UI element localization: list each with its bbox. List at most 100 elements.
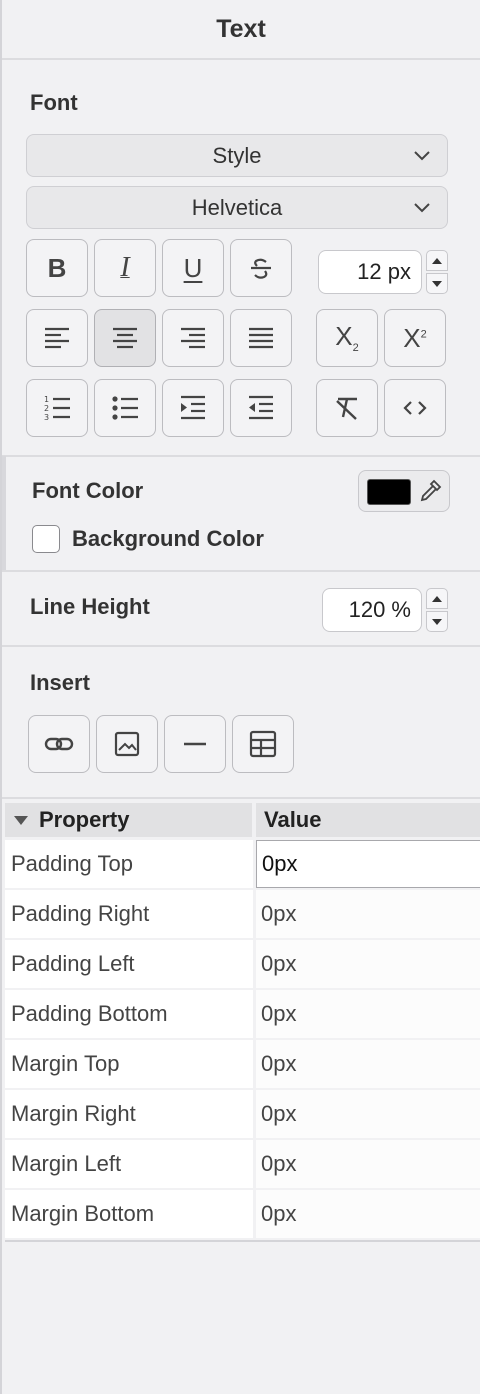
clear-format-icon: [336, 397, 357, 420]
align-center-icon: [113, 327, 137, 349]
property-key: Padding Top: [5, 840, 253, 888]
property-value[interactable]: 0px: [256, 1190, 480, 1238]
align-left-icon: [45, 327, 69, 349]
horizontal-rule-icon: [184, 742, 206, 746]
property-value-input[interactable]: 0px: [256, 840, 480, 888]
line-height-value: 120 %: [348, 597, 411, 622]
decrement-icon[interactable]: [426, 611, 448, 632]
table-icon: [249, 730, 277, 758]
table-row: Margin Bottom 0px: [5, 1190, 480, 1238]
html-code-button[interactable]: [384, 379, 446, 437]
html-code-icon: [403, 401, 427, 415]
outdent-button[interactable]: [230, 379, 292, 437]
italic-icon: I: [120, 252, 130, 283]
bold-button[interactable]: B: [26, 239, 88, 297]
value-column-header: Value: [256, 803, 480, 837]
section-divider: [2, 645, 480, 647]
panel-title: Text: [216, 14, 266, 43]
font-size-input[interactable]: 12 px: [318, 250, 422, 294]
clear-format-button[interactable]: [316, 379, 378, 437]
property-key: Padding Right: [5, 890, 253, 938]
bullet-list-button[interactable]: [94, 379, 156, 437]
property-key: Margin Left: [5, 1140, 253, 1188]
underline-icon: U: [183, 252, 203, 283]
table-row: Padding Right 0px: [5, 890, 480, 938]
align-left-button[interactable]: [26, 309, 88, 367]
subscript-icon: X2: [335, 321, 358, 354]
font-color-swatch[interactable]: [367, 479, 411, 505]
indent-icon: [181, 395, 205, 420]
superscript-small: 2: [420, 327, 427, 340]
style-dropdown[interactable]: Style: [26, 134, 448, 177]
property-value[interactable]: 0px: [256, 1090, 480, 1138]
subscript-button[interactable]: X2: [316, 309, 378, 367]
decrement-icon[interactable]: [426, 273, 448, 294]
increment-icon[interactable]: [426, 250, 448, 271]
panel-left-border: [0, 0, 2, 1394]
underline-button[interactable]: U: [162, 239, 224, 297]
svg-text:1: 1: [44, 395, 49, 404]
table-row: Padding Top 0px: [5, 840, 480, 888]
eyedropper-icon[interactable]: [417, 478, 443, 504]
line-height-input[interactable]: 120 %: [322, 588, 422, 632]
align-center-button[interactable]: [94, 309, 156, 367]
line-height-label: Line Height: [30, 594, 150, 619]
align-right-icon: [181, 327, 205, 349]
insert-section-title: Insert: [30, 670, 90, 695]
font-section-title: Font: [30, 90, 78, 115]
insert-horizontal-rule-button[interactable]: [164, 715, 226, 773]
property-value[interactable]: 0px: [256, 1040, 480, 1088]
property-key: Margin Right: [5, 1090, 253, 1138]
svg-text:2: 2: [44, 404, 49, 413]
property-value[interactable]: 0px: [256, 890, 480, 938]
background-color-label: Background Color: [72, 526, 264, 551]
strikethrough-icon: [251, 258, 271, 279]
property-key: Margin Top: [5, 1040, 253, 1088]
font-color-picker[interactable]: [358, 470, 450, 512]
chevron-down-icon: [414, 203, 430, 213]
superscript-glyph: X: [403, 322, 421, 353]
align-right-button[interactable]: [162, 309, 224, 367]
outdent-icon: [249, 395, 273, 420]
property-column-header[interactable]: Property: [5, 803, 252, 837]
property-value[interactable]: 0px: [256, 1140, 480, 1188]
property-header-label: Property: [39, 807, 130, 832]
insert-link-button[interactable]: [28, 715, 90, 773]
insert-table-button[interactable]: [232, 715, 294, 773]
font-color-label: Font Color: [32, 478, 144, 503]
bold-icon: B: [47, 252, 67, 283]
insert-image-button[interactable]: [96, 715, 158, 773]
table-row: Padding Left 0px: [5, 940, 480, 988]
section-divider: [2, 797, 480, 799]
increment-icon[interactable]: [426, 588, 448, 609]
justify-button[interactable]: [230, 309, 292, 367]
table-row: Margin Top 0px: [5, 1040, 480, 1088]
value-header-label: Value: [264, 807, 322, 832]
font-size-stepper[interactable]: [426, 250, 448, 294]
superscript-button[interactable]: X2: [384, 309, 446, 367]
svg-text:3: 3: [44, 413, 49, 422]
italic-button[interactable]: I: [94, 239, 156, 297]
background-color-checkbox[interactable]: [32, 525, 60, 553]
numbered-list-icon: 1 2 3: [44, 395, 70, 422]
subscript-glyph: X: [335, 321, 353, 352]
section-divider: [2, 570, 480, 572]
panel-header: Text: [2, 0, 480, 60]
chevron-down-icon: [414, 151, 430, 161]
superscript-icon: X2: [403, 323, 426, 354]
font-size-value: 12 px: [357, 259, 411, 284]
strikethrough-button[interactable]: [230, 239, 292, 297]
line-height-stepper[interactable]: [426, 588, 448, 632]
property-key: Padding Left: [5, 940, 253, 988]
property-key: Margin Bottom: [5, 1190, 253, 1238]
image-icon: [114, 731, 140, 757]
property-value[interactable]: 0px: [256, 990, 480, 1038]
bullet-list-icon: [112, 396, 138, 420]
style-dropdown-value: Style: [212, 142, 262, 168]
indent-button[interactable]: [162, 379, 224, 437]
font-family-dropdown[interactable]: Helvetica: [26, 186, 448, 229]
link-icon: [44, 737, 74, 751]
collapse-triangle-icon[interactable]: [13, 814, 29, 826]
property-value[interactable]: 0px: [256, 940, 480, 988]
numbered-list-button[interactable]: 1 2 3: [26, 379, 88, 437]
